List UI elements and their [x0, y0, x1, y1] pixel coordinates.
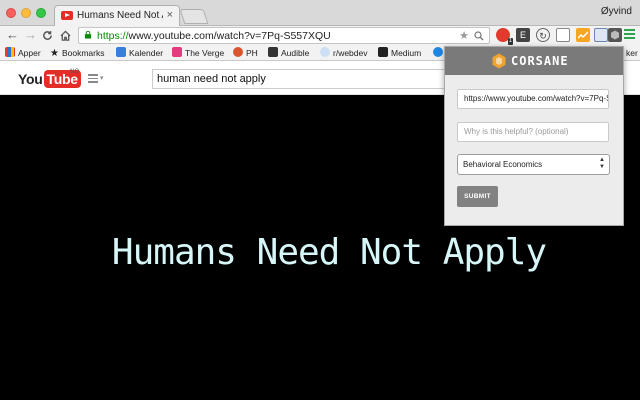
close-window-button[interactable]	[6, 8, 16, 18]
forward-arrow-icon[interactable]: →	[24, 27, 37, 43]
tab-title: Humans Need Not Apply -	[77, 10, 163, 21]
chevron-down-icon: ▾	[100, 75, 104, 82]
bookmark-ph[interactable]: PH	[233, 47, 258, 59]
layout-icon[interactable]	[594, 28, 608, 42]
reason-field[interactable]: Why is this helpful? (optional)	[457, 122, 609, 142]
tab-youtube[interactable]: Humans Need Not Apply - ×	[54, 5, 180, 26]
home-icon[interactable]	[60, 27, 71, 45]
producthunt-icon	[233, 47, 243, 57]
opera-badge-icon[interactable]: 1	[496, 28, 513, 45]
address-url[interactable]: https://www.youtube.com/watch?v=7Pq-S557…	[97, 30, 331, 42]
calendar-icon	[116, 47, 126, 57]
url-field[interactable]: https://www.youtube.com/watch?v=7Pq-S557…	[457, 89, 609, 109]
youtube-favicon-icon	[61, 11, 73, 20]
address-bar[interactable]: https://www.youtube.com/watch?v=7Pq-S557…	[78, 27, 490, 44]
reload-icon[interactable]	[42, 27, 53, 45]
search-input[interactable]: human need not apply	[152, 69, 452, 89]
verge-icon	[172, 47, 182, 57]
bookmark-webdev[interactable]: r/webdev	[320, 47, 368, 59]
screen: Humans Need Not Apply - × Øyvind ← → htt…	[0, 0, 640, 400]
monitor-icon[interactable]	[556, 28, 570, 42]
popup-header: CORSANE	[445, 47, 623, 75]
bookmark-audible[interactable]: Audible	[268, 47, 309, 59]
apps-grid-icon	[5, 47, 15, 57]
star-icon: ★	[50, 48, 59, 59]
bookmark-messenger-label[interactable]: ker	[626, 47, 638, 59]
corsane-logo-icon	[492, 53, 506, 69]
bookmark-the-verge[interactable]: The Verge	[172, 47, 224, 59]
corsane-popup: CORSANE https://www.youtube.com/watch?v=…	[444, 46, 624, 226]
browser-toolbar: ← → https://www.youtube.com/watch?v=7Pq-…	[0, 26, 640, 45]
minimize-window-button[interactable]	[21, 8, 31, 18]
medium-icon	[378, 47, 388, 57]
audible-icon	[268, 47, 278, 57]
brand-name: CORSANE	[511, 54, 569, 68]
category-selected: Behavioral Economics	[463, 160, 543, 169]
bookmark-apper[interactable]: Apper	[5, 47, 41, 59]
bookmark-medium[interactable]: Medium	[378, 47, 421, 59]
guide-menu-icon[interactable]	[88, 74, 98, 85]
analytics-icon[interactable]	[576, 28, 590, 42]
category-select[interactable]: Behavioral Economics ▲ ▼	[457, 154, 610, 175]
bookmark-star-icon[interactable]: ★	[459, 29, 469, 43]
corsane-extension-icon[interactable]	[608, 28, 622, 42]
evernote-icon[interactable]: E	[516, 28, 530, 42]
bookmark-bookmarks[interactable]: ★ Bookmarks	[50, 47, 104, 60]
new-tab-button[interactable]	[179, 9, 209, 24]
submit-button[interactable]: SUBMIT	[457, 186, 498, 207]
back-arrow-icon[interactable]: ←	[6, 27, 19, 43]
lock-icon	[84, 31, 92, 39]
menu-icon[interactable]	[624, 29, 635, 41]
select-arrows-icon: ▲ ▼	[599, 157, 605, 170]
video-title-card: Humans Need Not Apply	[111, 232, 547, 273]
sync-icon[interactable]: ↻	[536, 28, 550, 42]
zoom-icon[interactable]	[474, 29, 484, 45]
tab-strip: Humans Need Not Apply - × Øyvind	[0, 0, 640, 26]
tab-close-icon[interactable]: ×	[167, 9, 173, 21]
region-label: NO	[70, 69, 79, 75]
reddit-icon	[320, 47, 330, 57]
profile-name[interactable]: Øyvind	[601, 6, 632, 17]
zoom-window-button[interactable]	[36, 8, 46, 18]
bookmark-kalender[interactable]: Kalender	[116, 47, 163, 59]
